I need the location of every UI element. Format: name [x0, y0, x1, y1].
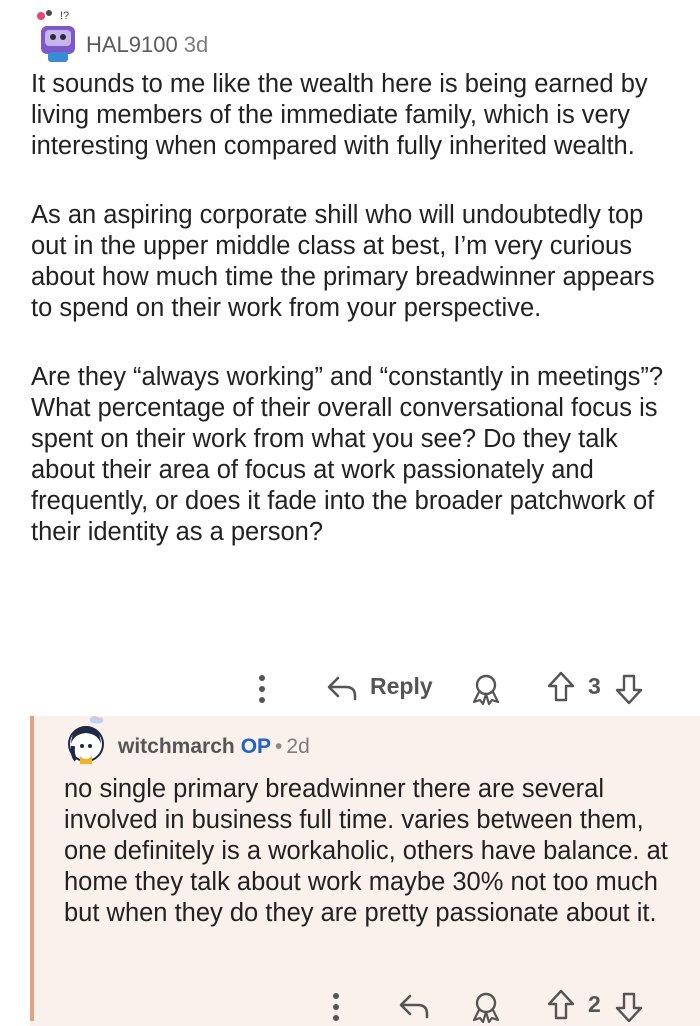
author-username[interactable]: HAL9100 — [86, 32, 178, 57]
comment-paragraph-1: It sounds to me like the wealth here is … — [31, 70, 648, 160]
author-username[interactable]: witchmarch — [118, 735, 235, 758]
upvote-arrow-icon[interactable] — [546, 670, 576, 704]
reply-label: Reply — [370, 673, 433, 699]
reply-text: no single primary breadwinner there are … — [64, 775, 668, 927]
upvote-arrow-icon[interactable] — [546, 988, 576, 1022]
thread-line — [30, 716, 34, 1021]
downvote-arrow-icon[interactable] — [614, 672, 644, 706]
reply-actions: 2 — [30, 986, 700, 1026]
comment-header: !? HAL9100 3d — [33, 8, 333, 68]
reply-age: 2d — [286, 735, 310, 758]
reply-button[interactable]: Reply — [322, 668, 437, 708]
reply-arrow-icon[interactable] — [398, 992, 430, 1020]
downvote-arrow-icon[interactable] — [614, 990, 644, 1024]
comment-body: It sounds to me like the wealth here is … — [31, 69, 671, 586]
vote-count: 2 — [588, 991, 601, 1017]
comment-actions: Reply 3 — [0, 668, 700, 708]
separator-dot: • — [275, 735, 283, 758]
avatar[interactable]: !? — [33, 8, 83, 64]
comment-age: 3d — [183, 32, 209, 57]
reply-body: no single primary breadwinner there are … — [64, 774, 684, 929]
comment-paragraph-3: Are they “always working” and “constantl… — [31, 363, 664, 546]
award-icon[interactable] — [470, 672, 502, 706]
avatar[interactable] — [66, 716, 112, 768]
reply-arrow-icon — [327, 676, 357, 701]
award-icon[interactable] — [470, 990, 502, 1024]
vote-count: 3 — [588, 673, 601, 699]
op-badge: OP — [240, 735, 272, 758]
svg-text:!?: !? — [60, 10, 69, 22]
comment-author-line: HAL9100 3d — [86, 32, 208, 58]
more-vertical-icon[interactable] — [326, 990, 346, 1024]
more-vertical-icon[interactable] — [252, 672, 272, 706]
reply-author-line: witchmarch OP • 2d — [118, 735, 310, 759]
reply-comment: witchmarch OP • 2d no single primary breadw… — [30, 716, 700, 1026]
comment-paragraph-2: As an aspiring corporate shill who will … — [31, 201, 655, 322]
